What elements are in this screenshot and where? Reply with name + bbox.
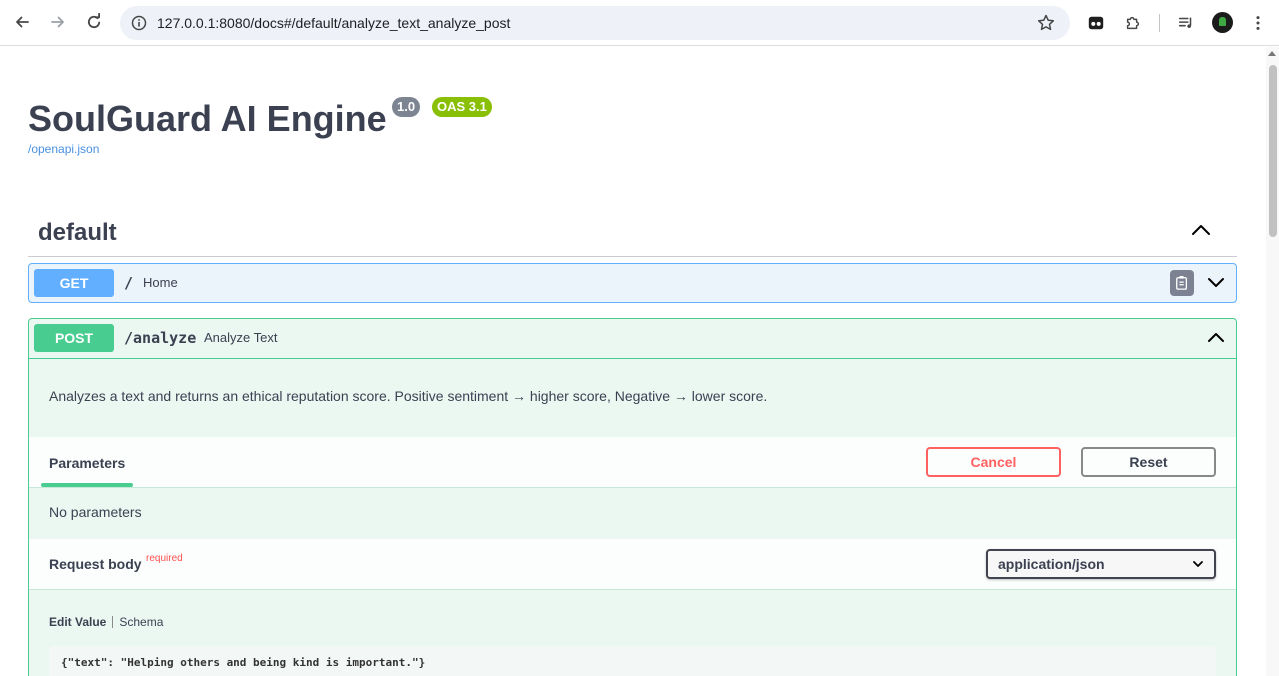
tab-active-indicator: [41, 483, 133, 487]
reload-button[interactable]: [80, 8, 108, 36]
address-bar[interactable]: 127.0.0.1:8080/docs#/default/analyze_tex…: [120, 6, 1070, 40]
section-divider: [28, 256, 1237, 257]
operation-description: Analyzes a text and returns an ethical r…: [49, 388, 768, 404]
scroll-up-arrow[interactable]: [1268, 51, 1276, 56]
request-body-json[interactable]: {"text": "Helping others and being kind …: [61, 656, 425, 669]
operation-path[interactable]: /analyze: [124, 329, 196, 347]
extensions-button[interactable]: [1122, 12, 1144, 34]
section-title-default[interactable]: default: [38, 219, 117, 247]
body-tabs: Edit Value Schema: [49, 615, 163, 629]
chevron-down-icon: [1193, 561, 1203, 567]
tab-edit-value[interactable]: Edit Value: [49, 615, 106, 629]
chevron-up-icon[interactable]: [1206, 330, 1226, 344]
copy-path-button[interactable]: [1170, 270, 1194, 296]
oas-badge: OAS 3.1: [432, 97, 492, 117]
request-body-editor[interactable]: {"text": "Helping others and being kind …: [49, 646, 1216, 676]
profile-avatar[interactable]: [1212, 12, 1233, 33]
chevron-up-icon[interactable]: [1190, 223, 1212, 237]
required-marker: required: [146, 553, 183, 564]
puzzle-icon: [1126, 16, 1140, 30]
arrow-right-icon: [51, 16, 64, 28]
bookmark-star-icon[interactable]: [1036, 13, 1056, 33]
no-parameters-text: No parameters: [49, 504, 142, 520]
tab-parameters[interactable]: Parameters: [49, 455, 125, 471]
playlist-icon: [1178, 17, 1192, 28]
reload-icon: [88, 13, 101, 29]
api-title: SoulGuard AI Engine: [28, 98, 387, 139]
operation-post-analyze: POST /analyze Analyze Text Analyzes a te…: [28, 318, 1237, 676]
scrollbar-thumb[interactable]: [1269, 65, 1277, 237]
arrow-left-icon: [16, 16, 29, 28]
operation-summary[interactable]: Home: [143, 275, 178, 290]
site-info-icon[interactable]: [130, 14, 148, 32]
operation-header[interactable]: POST /analyze Analyze Text: [29, 319, 1236, 359]
page-scrollbar[interactable]: [1266, 47, 1279, 676]
browser-menu-button[interactable]: [1247, 12, 1269, 34]
media-control-button[interactable]: [1175, 12, 1197, 34]
tab-divider: [112, 616, 114, 628]
openapi-json-link[interactable]: /openapi.json: [28, 142, 99, 156]
operation-path[interactable]: /: [124, 274, 133, 292]
swagger-page: SoulGuard AI Engine 1.0 OAS 3.1 /openapi…: [0, 47, 1266, 676]
more-vertical-icon: [1256, 16, 1260, 30]
forward-button[interactable]: [44, 8, 72, 36]
operation-summary[interactable]: Analyze Text: [204, 330, 277, 345]
method-badge-get[interactable]: GET: [34, 269, 114, 297]
request-body-header: Request body required application/json: [29, 539, 1236, 590]
clipboard-icon: [1176, 276, 1188, 290]
reset-button[interactable]: Reset: [1081, 447, 1216, 477]
chevron-down-icon[interactable]: [1206, 275, 1226, 289]
method-badge-post[interactable]: POST: [34, 324, 114, 352]
parameters-header: Parameters Cancel Reset: [29, 437, 1236, 488]
back-button[interactable]: [8, 8, 36, 36]
request-body-label: Request body: [49, 556, 142, 572]
cancel-button[interactable]: Cancel: [926, 447, 1061, 477]
game-extension-icon: [1088, 16, 1104, 30]
browser-toolbar: 127.0.0.1:8080/docs#/default/analyze_tex…: [0, 0, 1279, 46]
url-text[interactable]: 127.0.0.1:8080/docs#/default/analyze_tex…: [157, 15, 510, 31]
content-type-value[interactable]: application/json: [998, 556, 1105, 572]
content-type-select[interactable]: application/json: [986, 549, 1216, 579]
version-badge: 1.0: [392, 97, 421, 117]
extension-icon[interactable]: [1085, 12, 1107, 34]
toolbar-divider: [1159, 14, 1160, 32]
tab-schema[interactable]: Schema: [119, 615, 163, 629]
operation-get-home[interactable]: GET / Home: [28, 263, 1237, 303]
